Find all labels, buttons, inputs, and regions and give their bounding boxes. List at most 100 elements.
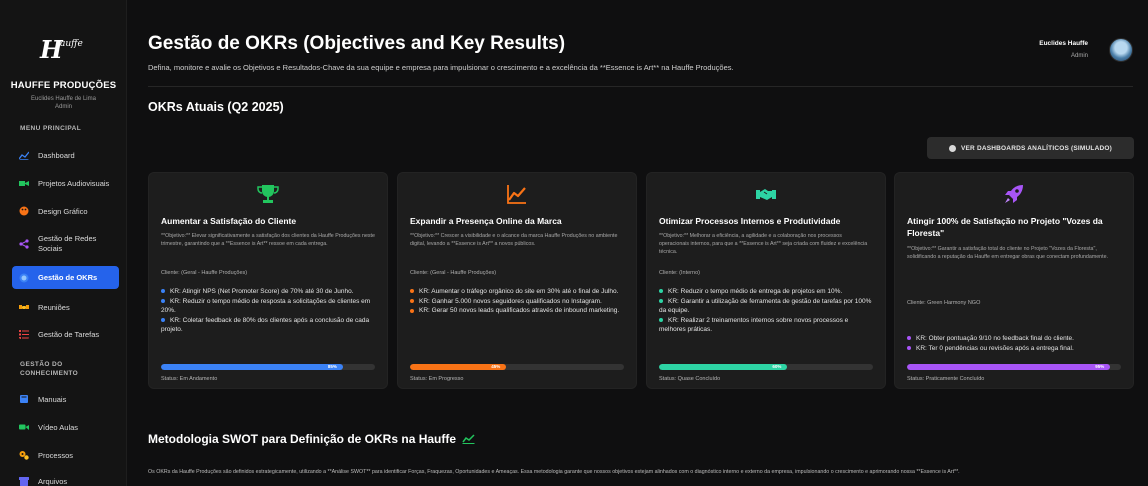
page-title: Gestão de OKRs (Objectives and Key Resul… xyxy=(148,33,566,54)
tasks-icon xyxy=(19,330,29,339)
progress-bar: 60% xyxy=(659,364,873,370)
chart-pie-icon xyxy=(948,144,956,152)
bullet-icon xyxy=(907,345,911,350)
profile-name[interactable]: Euclides Hauffe xyxy=(1039,40,1088,47)
kr-item: KR: Gerar 50 novos leads qualificados at… xyxy=(410,306,624,315)
progress-bar: 95% xyxy=(907,364,1121,370)
okr-description: **Objetivo:** Melhorar a eficiência, a a… xyxy=(659,233,868,255)
sidebar-item-dashboard[interactable]: Dashboard xyxy=(12,146,119,164)
header-divider xyxy=(148,86,1133,87)
kr-item: KR: Garantir a utilização de ferramenta … xyxy=(659,297,872,314)
bullet-icon xyxy=(410,298,414,303)
menu-principal-title: MENU PRINCIPAL xyxy=(20,125,82,132)
okr-title: Aumentar a Satisfação do Cliente xyxy=(161,216,297,226)
sidebar-item-label: Dashboard xyxy=(38,150,75,160)
okr-description: **Objetivo:** Crescer a visibilidade e o… xyxy=(410,233,618,247)
kr-item: KR: Ter 0 pendências ou revisões após a … xyxy=(907,344,1121,353)
okr-card: Expandir a Presença Online da Marca **Ob… xyxy=(397,172,637,389)
sidebar-item-label: Arquivos xyxy=(38,476,68,486)
chart-line-icon xyxy=(19,151,29,160)
okr-client: Cliente: (Geral - Hauffe Produções) xyxy=(161,270,248,276)
bullet-icon xyxy=(161,289,165,294)
kr-item: KR: Aumentar o tráfego orgânico do site … xyxy=(410,287,624,296)
chart-line-icon xyxy=(462,434,475,444)
rocket-icon xyxy=(895,183,1133,205)
swot-text: Os OKRs da Hauffe Produções são definido… xyxy=(148,469,960,475)
sidebar-user-role: Admin xyxy=(54,104,72,110)
kr-item: KR: Reduzir o tempo médio de resposta a … xyxy=(161,297,371,314)
kr-list: KR: Obter pontuação 9/10 no feedback fin… xyxy=(907,334,1121,353)
gestao-conhecimento-title: GESTÃO DO CONHECIMENTO xyxy=(20,361,79,377)
kr-item: KR: Atingir NPS (Net Promoter Score) de … xyxy=(161,287,375,296)
sidebar-item-reunioes[interactable]: Reuniões xyxy=(12,298,119,316)
okr-description: **Objetivo:** Elevar significativamente … xyxy=(161,233,375,247)
kr-list: KR: Aumentar o tráfego orgânico do site … xyxy=(410,287,624,316)
kr-list: KR: Atingir NPS (Net Promoter Score) de … xyxy=(161,287,375,335)
video-camera-icon xyxy=(19,181,29,186)
view-dashboards-label: VER DASHBOARDS ANALÍTICOS (SIMULADO) xyxy=(960,144,1113,152)
share-icon xyxy=(19,239,29,249)
video-icon xyxy=(19,424,29,430)
profile-role: Admin xyxy=(1070,53,1088,59)
sidebar-item-label: Vídeo Aulas xyxy=(38,422,79,432)
sidebar-item-manuais[interactable]: Manuais xyxy=(12,390,119,408)
progress-label: 85% xyxy=(327,364,337,369)
kr-list: KR: Reduzir o tempo médio de entrega de … xyxy=(659,287,873,335)
sidebar-item-design-grafico[interactable]: Design Gráfico xyxy=(12,202,119,220)
sidebar-user-name: Euclides Hauffe de Lima xyxy=(31,96,96,102)
kr-item: KR: Obter pontuação 9/10 no feedback fin… xyxy=(907,334,1121,343)
sidebar-item-arquivos[interactable]: Arquivos xyxy=(12,472,119,486)
okr-card: Otimizar Processos Internos e Produtivid… xyxy=(646,172,886,389)
progress-label: 60% xyxy=(772,364,782,369)
sidebar-item-okrs[interactable]: Gestão de OKRs xyxy=(12,266,119,289)
sidebar-item-projetos-audiovisuais[interactable]: Projetos Audiovisuais xyxy=(12,174,119,192)
handshake-icon xyxy=(19,305,29,309)
book-icon xyxy=(20,395,28,403)
okr-title: Atingir 100% de Satisfação no Projeto "V… xyxy=(907,216,1103,238)
page-subtitle: Defina, monitore e avalie os Objetivos e… xyxy=(148,63,734,72)
progress-bar: 85% xyxy=(161,364,375,370)
okr-status: Status: Praticamente Concluído xyxy=(907,376,985,382)
okrs-section-title: OKRs Atuais (Q2 2025) xyxy=(148,100,284,114)
view-dashboards-button[interactable]: VER DASHBOARDS ANALÍTICOS (SIMULADO) xyxy=(927,137,1134,159)
okr-title: Expandir a Presença Online da Marca xyxy=(410,216,562,226)
brand-name: HAUFFE PRODUÇÕES xyxy=(10,80,117,91)
sidebar-item-video-aulas[interactable]: Vídeo Aulas xyxy=(12,418,119,436)
bullet-icon xyxy=(659,298,663,303)
okr-client: Cliente: (Geral - Hauffe Produções) xyxy=(410,270,497,276)
hauffe-logo: H auffe xyxy=(39,35,83,64)
okr-client: Cliente: (Interno) xyxy=(659,270,700,276)
kr-item: KR: Ganhar 5.000 novos seguidores qualif… xyxy=(410,297,624,306)
sidebar-item-tarefas[interactable]: Gestão de Tarefas xyxy=(12,325,119,343)
bullet-icon xyxy=(161,298,165,303)
okr-card: Aumentar a Satisfação do Cliente **Objet… xyxy=(148,172,388,389)
kr-item: KR: Coletar feedback de 80% dos clientes… xyxy=(161,316,370,333)
bullet-icon xyxy=(907,336,911,341)
progress-label: 95% xyxy=(1095,364,1105,369)
bullet-icon xyxy=(410,289,414,294)
sidebar-item-redes-sociais[interactable]: Gestão de Redes Sociais xyxy=(12,232,119,256)
bullet-icon xyxy=(659,317,663,322)
sidebar-item-label: Design Gráfico xyxy=(38,206,88,216)
avatar[interactable] xyxy=(1109,38,1133,62)
target-icon xyxy=(19,273,29,282)
cogs-icon xyxy=(19,451,29,460)
okr-status: Status: Em Andamento xyxy=(161,376,218,382)
okr-description: **Objetivo:** Garantir a satisfação tota… xyxy=(907,246,1109,260)
archive-icon xyxy=(19,477,29,486)
sidebar-item-label: Projetos Audiovisuais xyxy=(38,178,110,188)
okr-status: Status: Quase Concluído xyxy=(659,376,721,382)
chart-line-icon xyxy=(398,183,636,205)
bullet-icon xyxy=(659,289,663,294)
sidebar-item-label: Processos xyxy=(38,450,74,460)
bullet-icon xyxy=(410,308,414,313)
sidebar-item-label: Gestão de Tarefas xyxy=(38,329,100,339)
sidebar-item-label: Gestão de Redes Sociais xyxy=(38,234,97,253)
handshake-icon xyxy=(647,183,885,205)
sidebar-item-label: Gestão de OKRs xyxy=(38,273,98,282)
swot-title: Metodologia SWOT para Definição de OKRs … xyxy=(148,432,475,446)
palette-icon xyxy=(19,206,29,216)
kr-item: KR: Realizar 2 treinamentos internos sob… xyxy=(659,316,849,333)
sidebar-item-processos[interactable]: Processos xyxy=(12,446,119,464)
trophy-icon xyxy=(149,183,387,205)
